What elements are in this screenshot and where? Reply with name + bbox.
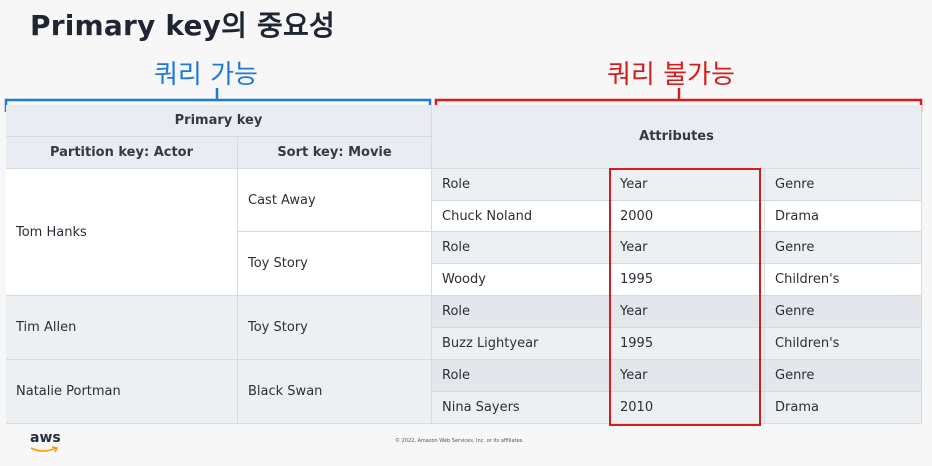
- movie-cell: Black Swan: [238, 360, 432, 424]
- attribute-cell: Children's: [765, 328, 922, 360]
- attribute-cell: Nina Sayers: [432, 392, 610, 424]
- aws-smile-icon: [30, 446, 59, 453]
- attribute-cell: Role: [432, 232, 610, 264]
- attribute-cell: Genre: [765, 296, 922, 328]
- attribute-cell: Drama: [765, 201, 922, 232]
- partition-key-header: Partition key: Actor: [6, 137, 238, 169]
- actor-cell: Natalie Portman: [6, 360, 238, 424]
- attribute-cell: Role: [432, 296, 610, 328]
- attribute-cell: Children's: [765, 264, 922, 296]
- year-highlight-box: [609, 168, 761, 426]
- movie-cell: Toy Story: [238, 296, 432, 360]
- sort-key-header: Sort key: Movie: [238, 137, 432, 169]
- bracket-lines: [4, 88, 923, 112]
- movie-cell: Cast Away: [238, 169, 432, 232]
- attribute-cell: Genre: [765, 360, 922, 392]
- attribute-cell: Drama: [765, 392, 922, 424]
- attribute-cell: Genre: [765, 169, 922, 201]
- attribute-cell: Chuck Noland: [432, 201, 610, 232]
- actor-cell: Tom Hanks: [6, 169, 238, 296]
- attribute-cell: Woody: [432, 264, 610, 296]
- primary-key-header: Primary key: [6, 105, 432, 137]
- attribute-cell: Genre: [765, 232, 922, 264]
- movie-cell: Toy Story: [238, 232, 432, 296]
- aws-logo: aws: [30, 430, 61, 446]
- attributes-header: Attributes: [432, 105, 922, 169]
- attribute-cell: Role: [432, 360, 610, 392]
- attribute-cell: Buzz Lightyear: [432, 328, 610, 360]
- actor-cell: Tim Allen: [6, 296, 238, 360]
- attribute-cell: Role: [432, 169, 610, 201]
- data-table: Primary key Partition key: Actor Sort ke…: [6, 105, 922, 424]
- copyright-text: © 2022, Amazon Web Services, Inc. or its…: [395, 438, 524, 444]
